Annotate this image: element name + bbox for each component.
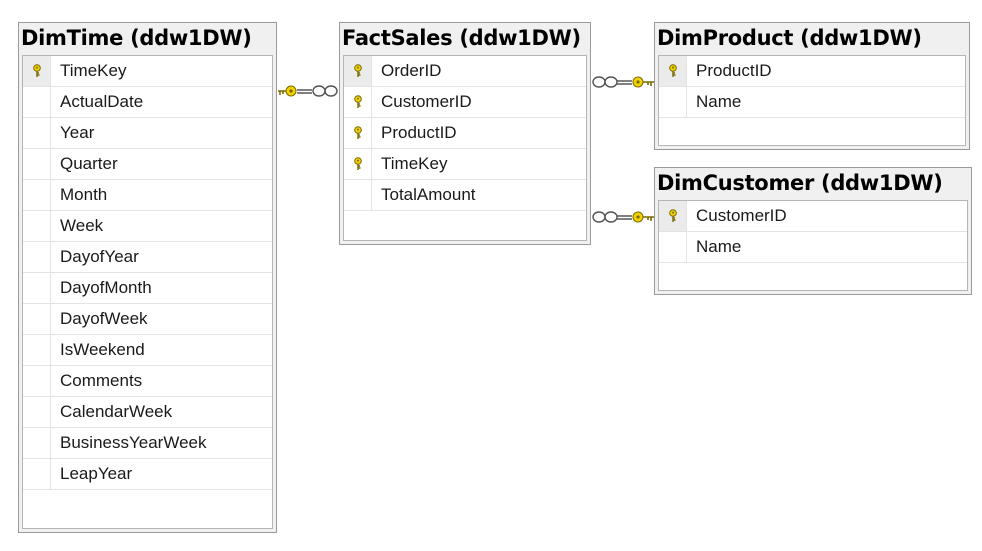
table-dimproduct[interactable]: DimProduct (ddw1DW) ProductID Name xyxy=(654,22,970,150)
column-name: Year xyxy=(60,123,95,142)
row-selector[interactable] xyxy=(23,118,51,148)
row-selector[interactable] xyxy=(344,56,372,86)
column-name: DayofWeek xyxy=(60,309,148,328)
row-selector[interactable] xyxy=(23,242,51,272)
relationship-factsales-dimproduct[interactable] xyxy=(592,76,654,88)
column-row[interactable]: ProductID xyxy=(659,56,965,87)
column-name: TimeKey xyxy=(381,154,448,173)
column-list: CustomerID Name xyxy=(658,200,968,291)
table-title[interactable]: DimCustomer (ddw1DW) xyxy=(655,168,971,198)
table-title[interactable]: DimTime (ddw1DW) xyxy=(19,23,276,53)
row-selector[interactable] xyxy=(659,87,687,117)
table-dimcustomer[interactable]: DimCustomer (ddw1DW) CustomerID Name xyxy=(654,167,972,295)
row-selector[interactable] xyxy=(659,56,687,86)
primary-key-icon xyxy=(668,64,677,77)
primary-key-icon xyxy=(32,64,41,77)
primary-key-icon xyxy=(353,95,362,108)
column-name: DayofYear xyxy=(60,247,139,266)
column-name: CustomerID xyxy=(696,206,787,225)
infinity-icon xyxy=(592,76,618,88)
row-selector[interactable] xyxy=(23,304,51,334)
column-row[interactable]: DayofMonth xyxy=(23,273,272,304)
column-name: LeapYear xyxy=(60,464,133,483)
table-factsales[interactable]: FactSales (ddw1DW) OrderID CustomerID Prod… xyxy=(339,22,591,245)
row-selector[interactable] xyxy=(659,201,687,231)
column-name: Name xyxy=(696,237,742,256)
infinity-icon xyxy=(592,211,618,223)
column-name: DayofMonth xyxy=(60,278,152,297)
column-name: Quarter xyxy=(60,154,118,173)
column-name: TotalAmount xyxy=(381,185,476,204)
column-row[interactable]: Name xyxy=(659,87,965,118)
row-selector[interactable] xyxy=(23,397,51,427)
row-selector[interactable] xyxy=(344,87,372,117)
column-name: ActualDate xyxy=(60,92,144,111)
column-name: BusinessYearWeek xyxy=(60,433,207,452)
row-selector[interactable] xyxy=(23,335,51,365)
column-row[interactable]: Week xyxy=(23,211,272,242)
row-selector[interactable] xyxy=(23,459,51,489)
column-row[interactable]: LeapYear xyxy=(23,459,272,490)
column-row[interactable]: BusinessYearWeek xyxy=(23,428,272,459)
row-selector[interactable] xyxy=(23,366,51,396)
column-row[interactable]: TotalAmount xyxy=(344,180,586,211)
column-row[interactable]: TimeKey xyxy=(344,149,586,180)
column-row[interactable]: Quarter xyxy=(23,149,272,180)
row-selector[interactable] xyxy=(23,428,51,458)
key-icon xyxy=(278,85,297,97)
primary-key-icon xyxy=(353,126,362,139)
column-name: IsWeekend xyxy=(60,340,145,359)
column-name: ProductID xyxy=(696,61,772,80)
primary-key-icon xyxy=(353,64,362,77)
relationship-factsales-dimcustomer[interactable] xyxy=(592,211,654,223)
key-icon xyxy=(632,211,654,223)
row-selector[interactable] xyxy=(23,87,51,117)
row-selector[interactable] xyxy=(23,211,51,241)
column-name: Week xyxy=(60,216,104,235)
column-name: CustomerID xyxy=(381,92,472,111)
column-name: Comments xyxy=(60,371,143,390)
column-row[interactable]: CalendarWeek xyxy=(23,397,272,428)
row-selector[interactable] xyxy=(23,56,51,86)
infinity-icon xyxy=(312,85,338,97)
column-name: CalendarWeek xyxy=(60,402,173,421)
column-row[interactable]: DayofWeek xyxy=(23,304,272,335)
column-row[interactable]: Comments xyxy=(23,366,272,397)
column-name: OrderID xyxy=(381,61,442,80)
column-list: TimeKey ActualDate Year Quarter Month Week Day… xyxy=(22,55,273,529)
column-row[interactable]: Month xyxy=(23,180,272,211)
row-selector[interactable] xyxy=(23,180,51,210)
row-selector[interactable] xyxy=(23,273,51,303)
column-row[interactable]: OrderID xyxy=(344,56,586,87)
column-list: ProductID Name xyxy=(658,55,966,146)
row-selector[interactable] xyxy=(344,180,372,210)
primary-key-icon xyxy=(353,157,362,170)
column-row[interactable]: DayofYear xyxy=(23,242,272,273)
row-selector[interactable] xyxy=(344,149,372,179)
column-row[interactable]: CustomerID xyxy=(659,201,967,232)
relationship-factsales-dimtime[interactable] xyxy=(278,85,338,97)
column-row[interactable]: Name xyxy=(659,232,967,263)
row-selector[interactable] xyxy=(23,149,51,179)
table-title[interactable]: FactSales (ddw1DW) xyxy=(340,23,590,53)
column-row[interactable]: TimeKey xyxy=(23,56,272,87)
column-row[interactable]: CustomerID xyxy=(344,87,586,118)
column-name: Name xyxy=(696,92,742,111)
table-title[interactable]: DimProduct (ddw1DW) xyxy=(655,23,969,53)
column-row[interactable]: Year xyxy=(23,118,272,149)
row-selector[interactable] xyxy=(344,118,372,148)
column-name: ProductID xyxy=(381,123,457,142)
column-name: Month xyxy=(60,185,108,204)
column-list: OrderID CustomerID ProductID TimeKey TotalAm… xyxy=(343,55,587,241)
column-name: TimeKey xyxy=(60,61,127,80)
row-selector[interactable] xyxy=(659,232,687,262)
column-row[interactable]: ActualDate xyxy=(23,87,272,118)
primary-key-icon xyxy=(668,209,677,222)
key-icon xyxy=(632,76,654,88)
column-row[interactable]: ProductID xyxy=(344,118,586,149)
column-row[interactable]: IsWeekend xyxy=(23,335,272,366)
table-dimtime[interactable]: DimTime (ddw1DW) TimeKey ActualDate Year Qu… xyxy=(18,22,277,533)
